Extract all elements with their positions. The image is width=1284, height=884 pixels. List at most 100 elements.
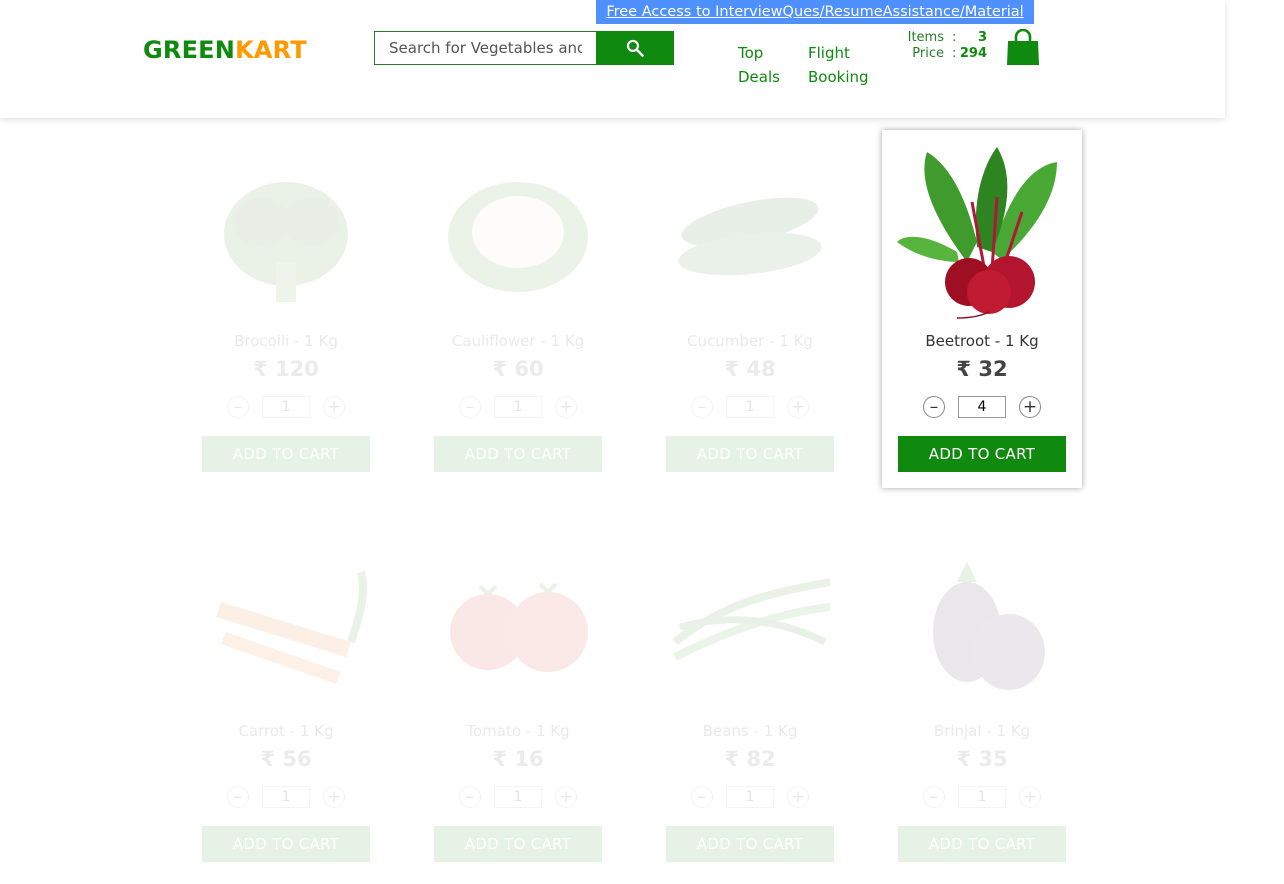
nav-top-deals[interactable]: Top Deals [738,41,810,89]
quantity-stepper: – + [922,786,1042,810]
product-name: Cucumber - 1 Kg [687,332,813,350]
nav-flight-booking[interactable]: Flight Booking [808,41,880,89]
beans-image [672,578,831,661]
quantity-input[interactable] [262,786,310,808]
decrement-button[interactable]: – [227,396,249,418]
quantity-input[interactable] [726,786,774,808]
product-price: ₹ 48 [724,357,776,381]
product-card: Cauliflower - 1 Kg ₹ 60 – + ADD TO CART [418,130,618,488]
cart-items-label: Items [907,30,944,45]
shopping-bag-icon [1007,28,1039,65]
cart-price-colon: : [952,46,957,61]
product-price: ₹ 60 [492,357,544,381]
add-to-cart-button[interactable]: ADD TO CART [434,436,602,472]
plus-icon: + [1022,786,1038,807]
search-button[interactable] [596,31,674,65]
quantity-stepper: – + [690,786,810,810]
brand-green-text: GREEN [143,36,236,64]
quantity-stepper: – + [458,396,578,420]
decrement-button[interactable]: – [923,786,945,808]
plus-icon: + [790,396,806,417]
quantity-input[interactable] [494,786,542,808]
quantity-input[interactable] [958,396,1006,418]
minus-icon: – [697,786,707,807]
search-input[interactable] [374,31,596,65]
increment-button[interactable]: + [555,396,577,418]
increment-button[interactable]: + [1019,396,1041,418]
product-name: Brinjal - 1 Kg [933,722,1031,740]
product-card: Cucumber - 1 Kg ₹ 48 – + ADD TO CART [650,130,850,488]
decrement-button[interactable]: – [691,396,713,418]
add-to-cart-button[interactable]: ADD TO CART [434,826,602,862]
broccoli-image [224,182,348,302]
add-to-cart-button[interactable]: ADD TO CART [202,826,370,862]
product-name: Beetroot - 1 Kg [925,332,1039,350]
brand-kart-text: KART [235,36,307,64]
decrement-button[interactable]: – [227,786,249,808]
plus-icon: + [1022,396,1038,417]
product-name: Cauliflower - 1 Kg [451,332,585,350]
cucumber-image [678,197,822,276]
site-header: GREENKART Free Access to InterviewQues/R… [0,0,1225,118]
quantity-stepper: – + [922,396,1042,420]
product-card: Carrot - 1 Kg ₹ 56 – + ADD TO CART [186,520,386,878]
increment-button[interactable]: + [1019,786,1041,808]
product-name: Beans - 1 Kg [702,722,798,740]
decrement-button[interactable]: – [459,396,481,418]
add-to-cart-button[interactable]: ADD TO CART [202,436,370,472]
tomato-image [450,582,588,672]
brinjal-image [933,562,1045,690]
product-card: Tomato - 1 Kg ₹ 16 – + ADD TO CART [418,520,618,878]
add-to-cart-button[interactable]: ADD TO CART [898,826,1066,862]
product-price: ₹ 56 [260,747,312,771]
promo-link[interactable]: Free Access to InterviewQues/ResumeAssis… [596,0,1034,24]
cart-items-count: 3 [977,30,987,45]
decrement-button[interactable]: – [923,396,945,418]
product-name: Carrot - 1 Kg [238,722,334,740]
minus-icon: – [465,786,475,807]
product-card: Beans - 1 Kg ₹ 82 – + ADD TO CART [650,520,850,878]
quantity-input[interactable] [494,396,542,418]
cauliflower-image [448,182,588,292]
quantity-input[interactable] [726,396,774,418]
increment-button[interactable]: + [323,396,345,418]
product-name: Brocolli - 1 Kg [234,332,338,350]
product-price: ₹ 120 [253,357,319,381]
add-to-cart-button[interactable]: ADD TO CART [666,436,834,472]
cart-price-label: Price [912,46,944,61]
quantity-input[interactable] [262,396,310,418]
plus-icon: + [558,396,574,417]
plus-icon: + [326,396,342,417]
increment-button[interactable]: + [787,396,809,418]
increment-button[interactable]: + [323,786,345,808]
search-icon [626,39,644,57]
add-to-cart-button[interactable]: ADD TO CART [666,826,834,862]
add-to-cart-button[interactable]: ADD TO CART [898,436,1066,472]
minus-icon: – [233,396,243,417]
quantity-input[interactable] [958,786,1006,808]
minus-icon: – [929,786,939,807]
increment-button[interactable]: + [787,786,809,808]
product-card: Beetroot - 1 Kg ₹ 32 – + ADD TO CART [882,130,1082,488]
minus-icon: – [697,396,707,417]
product-card: Brinjal - 1 Kg ₹ 35 – + ADD TO CART [882,520,1082,878]
decrement-button[interactable]: – [459,786,481,808]
carrot-image [216,571,367,684]
decrement-button[interactable]: – [691,786,713,808]
product-name: Tomato - 1 Kg [466,722,570,740]
product-price: ₹ 16 [492,747,544,771]
cart-price-total: 294 [959,46,987,61]
product-card: Brocolli - 1 Kg ₹ 120 – + ADD TO CART [186,130,386,488]
cart-items-colon: : [952,30,957,45]
product-price: ₹ 35 [956,747,1008,771]
cart-button[interactable] [1005,28,1041,67]
minus-icon: – [929,396,939,417]
increment-button[interactable]: + [555,786,577,808]
product-price: ₹ 82 [724,747,776,771]
plus-icon: + [326,786,342,807]
product-price: ₹ 32 [956,357,1008,381]
quantity-stepper: – + [458,786,578,810]
brand-logo: GREENKART [143,36,307,64]
minus-icon: – [233,786,243,807]
plus-icon: + [790,786,806,807]
